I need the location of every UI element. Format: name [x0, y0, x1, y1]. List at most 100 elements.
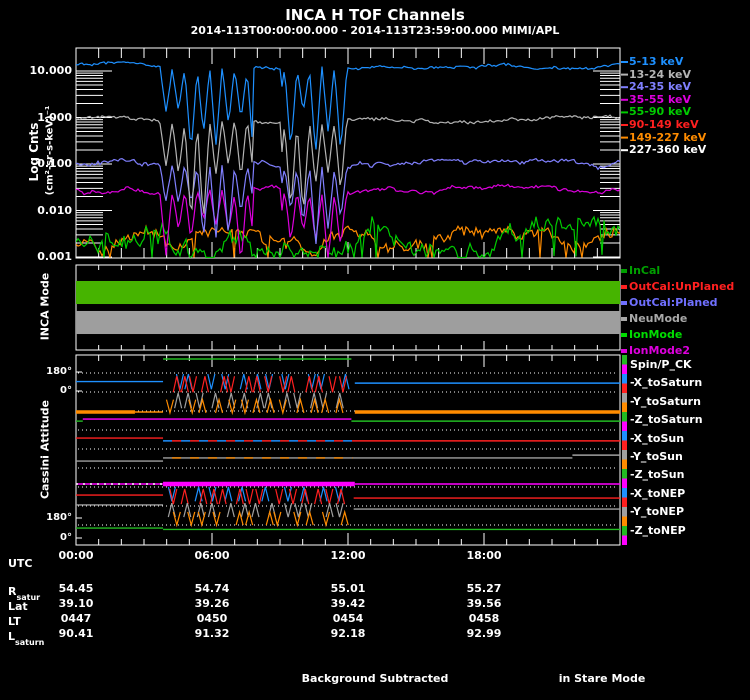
- attitude-ytick-label: 180°: [46, 512, 72, 523]
- attitude-track-label: -X_toNEP: [630, 486, 686, 500]
- channel-legend-item: 227-360 keV: [629, 143, 707, 157]
- attitude-track-label: -Z_toNEP: [630, 523, 686, 537]
- ephemeris-value: 54.45: [58, 582, 94, 595]
- inca-tof-figure: INCA H TOF Channels 2014-113T00:00:00.00…: [0, 0, 750, 700]
- attitude-colorbar-segment: [622, 516, 627, 526]
- mode-band-gray: [76, 310, 620, 335]
- attitude-spike: [174, 392, 183, 409]
- attitude-track-label: -X_toSun: [630, 431, 685, 445]
- tof-ytick-label: 0.001: [37, 250, 72, 263]
- attitude-colorbar-segment: [622, 412, 627, 422]
- attitude-spike: [287, 376, 296, 393]
- utc-tick-label: 06:00: [194, 549, 230, 562]
- attitude-spike: [328, 376, 337, 393]
- attitude-spike: [275, 488, 284, 505]
- attitude-colorbar-segment: [622, 535, 627, 545]
- attitude-colorbar-segment: [622, 488, 627, 498]
- mode-legend-item: IonMode: [629, 328, 683, 341]
- page-title: INCA H TOF Channels: [285, 6, 465, 24]
- attitude-spike: [165, 399, 175, 416]
- attitude-spike: [288, 488, 298, 505]
- attitude-spike: [294, 503, 303, 518]
- attitude-colorbar-segment: [622, 364, 627, 374]
- attitude-colorbar-segment: [622, 421, 627, 431]
- channel-legend-item: 35-55 keV: [629, 92, 692, 106]
- attitude-spike: [273, 511, 282, 528]
- channel-legend-item: 90-149 keV: [629, 118, 699, 131]
- attitude-spike: [251, 503, 260, 518]
- utc-row-label: UTC: [8, 557, 33, 570]
- attitude-track-label: Spin/P_CK: [630, 358, 692, 371]
- utc-tick-label: 00:00: [58, 549, 94, 562]
- ephemeris-value: 39.56: [466, 597, 502, 610]
- attitude-track-label: -Y_toSaturn: [630, 394, 701, 408]
- attitude-colorbar-segment: [622, 526, 627, 536]
- attitude-spike: [321, 511, 331, 528]
- ephemeris-value: 55.01: [330, 582, 366, 595]
- attitude-spike: [218, 488, 227, 505]
- mode-legend-item: OutCal:UnPlaned: [629, 280, 735, 293]
- attitude-ytick-label: 0°: [60, 532, 72, 543]
- ephemeris-value: 39.42: [330, 597, 366, 610]
- attitude-spike: [197, 511, 206, 528]
- attitude-spike: [200, 376, 210, 393]
- channel-legend-item: 24-35 keV: [629, 80, 692, 94]
- attitude-spike: [255, 488, 264, 505]
- ephemeris-row-label: LT: [8, 615, 21, 628]
- attitude-colorbar-segment: [622, 402, 627, 412]
- ephemeris-value: 54.74: [194, 582, 230, 595]
- ephemeris-row-sublabel: saturn: [15, 638, 45, 647]
- attitude-spike: [336, 488, 346, 505]
- attitude-track-label: -Y_toSun: [630, 450, 683, 463]
- ephemeris-value: 91.32: [194, 627, 230, 640]
- attitude-ytick-label: 180°: [46, 366, 72, 377]
- attitude-colorbar-segment: [622, 440, 627, 450]
- attitude-spike: [226, 376, 236, 393]
- attitude-track-label: -Y_toNEP: [630, 505, 685, 519]
- attitude-spike: [180, 488, 189, 505]
- attitude-spike: [212, 511, 221, 528]
- mode-legend-item: NeuMode: [629, 312, 688, 325]
- attitude-colorbar-segment: [622, 450, 627, 460]
- utc-tick-label: 12:00: [330, 549, 366, 562]
- attitude-colorbar-segment: [622, 393, 627, 403]
- attitude-spike: [245, 488, 254, 505]
- attitude-spike: [340, 509, 349, 526]
- ephemeris-value: 55.27: [466, 582, 502, 595]
- attitude-spike: [314, 376, 323, 393]
- utc-tick-label: 18:00: [466, 549, 502, 562]
- ephemeris-value: 92.99: [466, 627, 502, 640]
- ephemeris-value: 39.26: [194, 597, 230, 610]
- attitude-spike: [240, 503, 249, 518]
- attitude-spike: [172, 511, 181, 528]
- attitude-colorbar-segment: [622, 497, 627, 507]
- attitude-ytick-label: 0°: [60, 385, 72, 396]
- ephemeris-value: 0450: [196, 612, 228, 625]
- channel-legend-item: 5-13 keV: [629, 55, 684, 68]
- attitude-spike: [245, 509, 254, 526]
- ephemeris-value: 0447: [60, 612, 92, 625]
- attitude-colorbar-segment: [622, 374, 627, 384]
- attitude-colorbar-segment: [622, 478, 627, 488]
- channel-legend-item: 149-227 keV: [629, 130, 707, 144]
- trace-5-13-keV: [76, 61, 620, 150]
- attitude-track-label: -Z_toSaturn: [630, 413, 703, 427]
- ephemeris-value: 0458: [468, 612, 500, 625]
- attitude-spike: [207, 373, 216, 390]
- mode-legend-item: OutCal:Planed: [629, 296, 718, 309]
- tof-ytick-label: 10.000: [29, 64, 72, 77]
- attitude-spike: [278, 399, 287, 416]
- attitude-colorbar-segment: [622, 355, 627, 365]
- attitude-colorbar-segment: [622, 431, 627, 441]
- attitude-colorbar-segment: [622, 459, 627, 469]
- footer-note-left: Background Subtracted: [301, 672, 449, 685]
- footer-note-right: in Stare Mode: [558, 672, 646, 685]
- time-range-subtitle: 2014-113T00:00:00.000 - 2014-113T23:59:0…: [190, 24, 560, 37]
- attitude-colorbar-segment: [622, 469, 627, 479]
- attitude-colorbar-segment: [622, 383, 627, 393]
- attitude-track-label: -X_toSaturn: [630, 376, 703, 390]
- attitude-track-label: -Z_toSun: [630, 468, 685, 482]
- tof-ytick-label: 0.010: [37, 203, 72, 217]
- mode-legend-item: InCal: [629, 264, 661, 277]
- ephemeris-value: 0454: [332, 612, 364, 625]
